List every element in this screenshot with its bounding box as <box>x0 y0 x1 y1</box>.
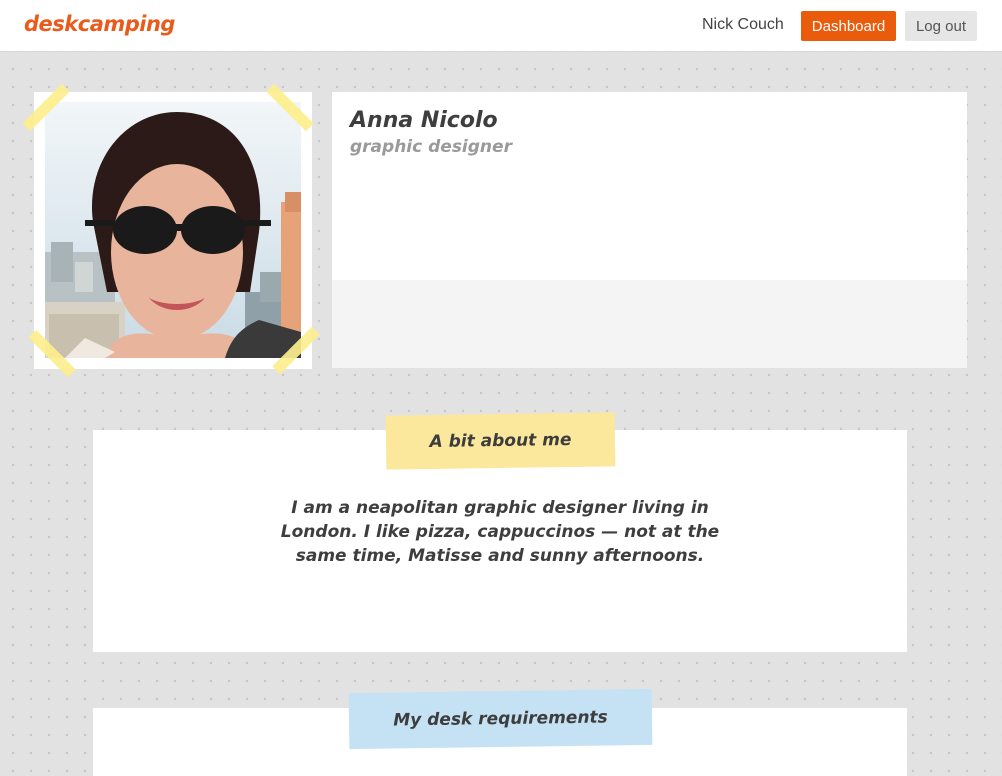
profile-title: graphic designer <box>350 137 512 157</box>
profile-photo-illustration <box>45 102 301 358</box>
current-user-name[interactable]: Nick Couch <box>702 16 784 34</box>
deskcamping-logo[interactable]: deskcamping <box>24 12 175 36</box>
profile-card-footer <box>332 280 967 368</box>
logout-button[interactable]: Log out <box>905 11 977 41</box>
about-heading: A bit about me <box>385 412 616 470</box>
top-navigation-bar: deskcamping Nick Couch Dashboard Log out <box>0 0 1002 52</box>
profile-photo-frame <box>34 92 312 369</box>
dashboard-button[interactable]: Dashboard <box>801 11 896 41</box>
about-text: I am a neapolitan graphic designer livin… <box>280 498 720 566</box>
profile-name: Anna Nicolo <box>350 108 498 133</box>
desk-requirements-heading: My desk requirements <box>348 688 653 750</box>
profile-photo <box>45 102 301 358</box>
profile-info-card: Anna Nicolo graphic designer <box>332 92 967 368</box>
